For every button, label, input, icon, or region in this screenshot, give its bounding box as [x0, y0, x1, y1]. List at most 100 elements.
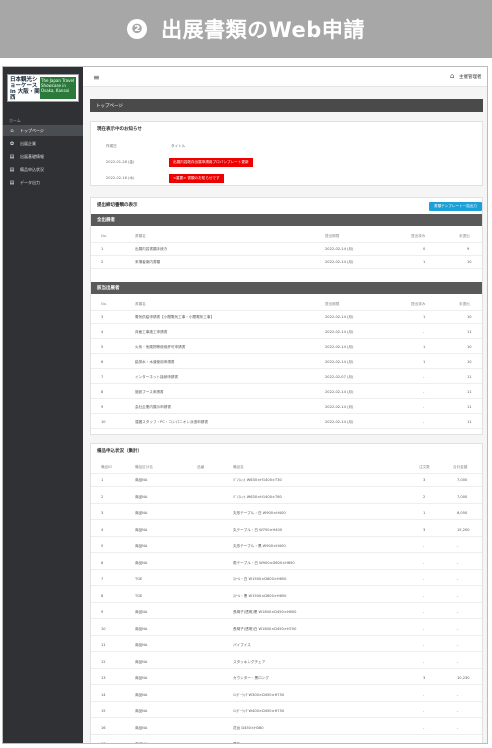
cell-item-id: 15 [101, 709, 106, 713]
table-row[interactable]: 13 商品NA カウンター・黒ロング 3 10,230 [91, 672, 482, 685]
cell-item-id: 6 [101, 560, 104, 565]
cell-doc-name: 会社企業内展示申請書 [135, 405, 171, 409]
cell-doc-name: 来場者案内書類 [135, 260, 161, 264]
cell-item-name: パイプイス [233, 643, 251, 647]
banner-title: 出展書類のWeb申請 [161, 18, 365, 42]
cell-unsubmitted: 10 [467, 345, 472, 349]
cell-item-name: 角テーブル・白 W900×D600×H650 [233, 560, 295, 565]
document-icon: ▤ [9, 153, 15, 160]
table-row[interactable]: 2 商品NA ﾊﾟﾝﾌﾚｯﾄ W630×H1400×T60 2 7,000 [91, 491, 482, 504]
cell-submitted: - [423, 390, 425, 394]
table-row[interactable]: 12 商品NA スタッキングチェア - - [91, 656, 482, 669]
cell-submitted: 0 [423, 247, 426, 251]
cell-item-name: ﾊﾝｶﾞｰﾗｯｸ W400×D450×H750 [233, 709, 285, 713]
table-row[interactable]: 17 商品NA 看板 - - [91, 738, 482, 744]
cell-item-id: 11 [101, 643, 106, 647]
table-row[interactable]: 1 出展内容書類手続き 2022-02-14 (月) 0 9 [91, 243, 482, 256]
table-row[interactable]: 14 商品NA ﾊﾝｶﾞｰﾗｯｸ W300×D450×H750 - - [91, 689, 482, 702]
notice-title-link[interactable]: <重要> 書類のお知らせです [169, 174, 224, 183]
cell-doc-name: 運搬スタッフ・PC・コンパニオン派遣申請書 [135, 420, 208, 424]
table-row[interactable]: 6 商品NA 角テーブル・白 W900×D600×H650 - - [91, 557, 482, 570]
cell-category: 商品NA [135, 659, 148, 664]
cell-unsubmitted: 10 [467, 360, 472, 364]
table-row[interactable]: 5 商品NA 丸形テーブル・黒 W900×H400 - - [91, 540, 482, 553]
cell-total: 15,200 [457, 527, 470, 532]
table-row[interactable]: 9 商品NA 長椅子(透明)黒 W1800×D450×H800 - - [91, 606, 482, 619]
main-content: トップページ 現在表示中のお知らせ 作成日 タイトル 2022-01-28 (金… [83, 87, 487, 744]
table-row[interactable]: 6 給排水・水道使用申請書 2022-02-14 (月) 1 10 [91, 356, 482, 369]
notices-col-date: 作成日 [106, 144, 117, 148]
top-bar: ≡ ⌂ 主催管理者 [83, 67, 487, 87]
table-row[interactable]: 15 商品NA ﾊﾝｶﾞｰﾗｯｸ W400×D450×H750 - - [91, 705, 482, 718]
cell-submitted: 1 [423, 345, 426, 349]
cell-quantity: - [423, 725, 425, 730]
notice-date: 2022-02-16 (水) [106, 176, 135, 180]
notices-card: 現在表示中のお知らせ 作成日 タイトル 2022-01-28 (金) 出展内容既… [90, 121, 483, 186]
table-row[interactable]: 8 TGE ｽﾂｰﾙ・黒 W1500×D600×H650 - - [91, 590, 482, 603]
sidebar-item-basic-info[interactable]: ▤ 出展基礎情報 [3, 151, 83, 162]
table-row[interactable]: 2 来場者案内書類 2022-02-14 (月) 1 10 [91, 256, 482, 269]
table-row[interactable]: 9 会社企業内展示申請書 2022-02-14 (月) - 11 [91, 401, 482, 414]
notice-title-link[interactable]: 出展内容既存出展申請用プロバンプレート更新 [169, 158, 253, 167]
cell-unsubmitted: 11 [467, 405, 472, 409]
table-row[interactable]: 4 床面工事施工申請書 2022-02-14 (月) - 11 [91, 326, 482, 339]
table-row[interactable]: 3 電気供給申請書【小間電気工事・小間電気工事】 2022-02-14 (月) 1 10 [91, 311, 482, 324]
menu-icon[interactable]: ≡ [93, 73, 100, 82]
user-menu[interactable]: 主催管理者 [459, 74, 482, 80]
cell-unsubmitted: 10 [467, 315, 472, 319]
table-row[interactable]: 10 商品NA 長椅子(透明)白 W1800×D450×H700 - - [91, 623, 482, 636]
logo-text-en: The Japan Travel Showcase in Osaka, Kans… [40, 77, 76, 99]
table-row[interactable]: 11 商品NA パイプイス - - [91, 639, 482, 652]
sidebar-item-exhibitors[interactable]: ✿ 出展企業 [3, 138, 83, 149]
cell-quantity: - [423, 560, 425, 565]
cell-quantity: - [423, 659, 425, 664]
table-row[interactable]: 8 施設ブース申請書 2022-02-14 (月) - 11 [91, 386, 482, 399]
cell-quantity: 3 [423, 676, 426, 680]
table-row[interactable]: 7 TGE ｽﾂｰﾙ・白 W1500×D600×H650 - - [91, 573, 482, 586]
table-row[interactable]: 3 商品NA 丸形テーブル・白 W900×H400 1 6,050 [91, 507, 482, 520]
cell-category: 商品NA [135, 725, 148, 730]
table-row[interactable]: 16 商品NA 花台 D450×H380 - - [91, 722, 482, 735]
sidebar-section-label: ホーム [9, 118, 21, 123]
cell-total: - [457, 692, 459, 697]
cell-item-name: カウンター・黒ロング [233, 676, 269, 680]
col-deadline: 提出期限 [325, 234, 340, 238]
col-total: 合計金額 [453, 465, 468, 469]
sidebar-item-equipment[interactable]: ▤ 備品申込状況 [3, 164, 83, 175]
cell-category: 商品NA [135, 626, 148, 631]
cell-deadline: 2022-02-07 (月) [325, 375, 354, 379]
cell-total: - [457, 725, 459, 730]
table-row[interactable]: 5 火気・危険物等使用許可申請書 2022-02-14 (月) 1 10 [91, 341, 482, 354]
table-row[interactable]: 7 インターネット接続申請書 2022-02-07 (月) - 11 [91, 371, 482, 384]
bulk-download-button[interactable]: 書類テンプレート一括出力 [429, 202, 483, 211]
cell-item-name: 丸形テーブル・白 W900×H400 [233, 511, 286, 515]
cell-item-name: 丸テーブル・白 W750×H400 [233, 527, 283, 532]
sidebar-item-top-page[interactable]: ⌂ トップページ [3, 125, 83, 136]
table-row[interactable]: 4 商品NA 丸テーブル・白 W750×H400 3 15,200 [91, 524, 482, 537]
cell-submitted: 1 [423, 315, 426, 319]
cell-category: 商品NA [135, 742, 148, 744]
table-row[interactable]: 10 運搬スタッフ・PC・コンパニオン派遣申請書 2022-02-14 (月) - 11 [91, 416, 482, 429]
equipment-summary-card: 備品申込状況（集計） 備品ID 備品区分名 品番 備品名 注文数 合計金額 1 商… [90, 443, 483, 744]
cell-deadline: 2022-02-14 (月) [325, 405, 354, 409]
table-row[interactable]: 1 商品NA ﾊﾟﾝﾌﾚｯﾄ W630×H1400×T30 3 7,000 [91, 474, 482, 487]
flower-icon: ✿ [9, 140, 15, 147]
document-icon: ▤ [9, 166, 15, 173]
cell-unsubmitted: 11 [467, 390, 472, 394]
cell-total: - [457, 742, 459, 744]
cell-deadline: 2022-02-14 (月) [325, 260, 354, 264]
cell-doc-name: 出展内容書類手続き [135, 247, 168, 251]
cell-category: 商品NA [135, 478, 148, 482]
cell-item-name: ﾊﾝｶﾞｰﾗｯｸ W300×D450×H750 [233, 692, 285, 697]
site-logo[interactable]: 日本観光ショーケース in 大阪・関西 The Japan Travel Sho… [7, 74, 79, 102]
cell-item-name: 丸形テーブル・黒 W900×H400 [233, 544, 286, 548]
cell-total: - [457, 709, 459, 713]
table-header-row: No. 書類名 提出期限 提出済み 未提出 [91, 230, 482, 243]
cell-deadline: 2022-02-14 (月) [325, 360, 354, 364]
cell-category: TGE [135, 593, 143, 598]
cell-no: 5 [101, 345, 104, 349]
table-header-row: No. 書類名 提出期限 提出済み 未提出 [91, 298, 482, 311]
home-icon[interactable]: ⌂ [450, 72, 454, 80]
sidebar-item-data-export[interactable]: ▤ データ出力 [3, 177, 83, 188]
cell-item-name: ｽﾂｰﾙ・白 W1500×D600×H650 [233, 577, 287, 581]
